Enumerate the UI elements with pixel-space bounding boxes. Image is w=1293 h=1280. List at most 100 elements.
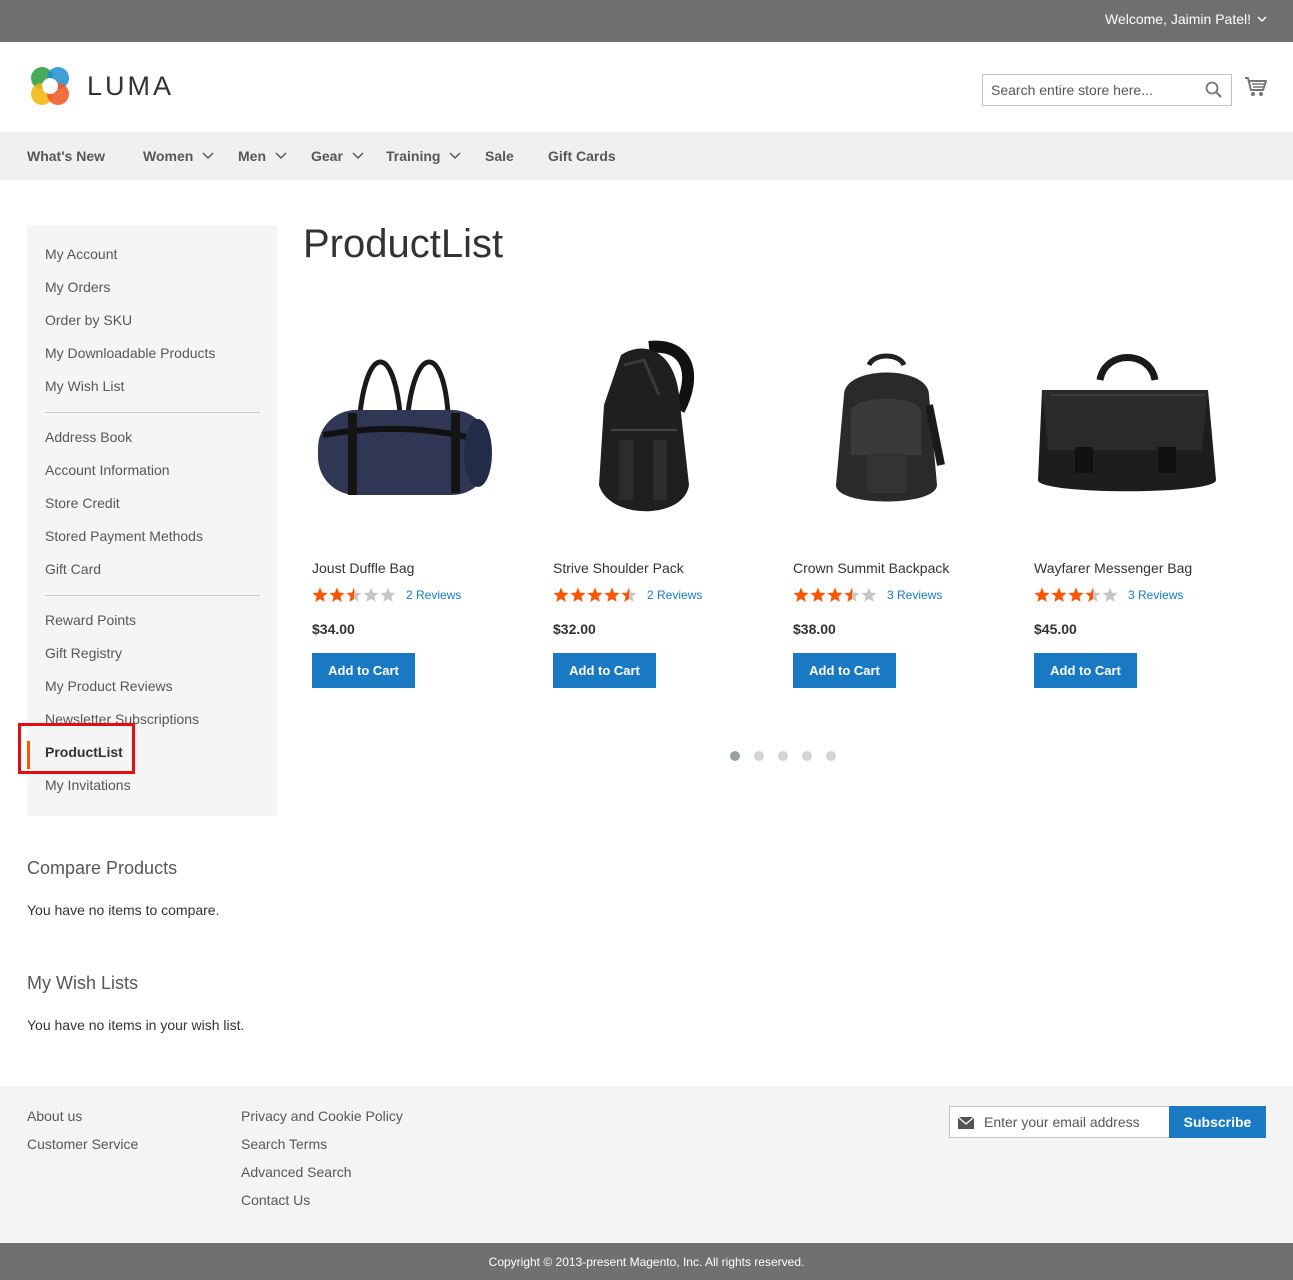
logo-link[interactable]: LUMA [27, 63, 174, 109]
rating-stars [793, 587, 877, 603]
sidebar-item-my-orders[interactable]: My Orders [45, 279, 110, 295]
duffle-bag-image [318, 359, 492, 495]
subscribe-button[interactable]: Subscribe [1169, 1106, 1266, 1138]
footer-link-privacy-policy[interactable]: Privacy and Cookie Policy [241, 1108, 403, 1124]
cart-icon[interactable] [1244, 76, 1268, 98]
logo-text: LUMA [87, 70, 175, 101]
carousel-dot[interactable] [778, 751, 788, 761]
sidebar-item-my-account[interactable]: My Account [45, 246, 117, 262]
sidebar-item-my-wish-list[interactable]: My Wish List [45, 378, 124, 394]
wishlist-empty: You have no items in your wish list. [27, 1017, 245, 1033]
nav-item-women[interactable]: Women [143, 132, 214, 180]
footer-link-search-terms[interactable]: Search Terms [241, 1136, 327, 1152]
star-icon [363, 587, 379, 602]
reviews-link[interactable]: 2 Reviews [647, 588, 702, 602]
footer: About us Customer Service Privacy and Co… [0, 1086, 1293, 1243]
sidebar-item-reward-points[interactable]: Reward Points [45, 612, 136, 628]
add-to-cart-button[interactable]: Add to Cart [1034, 653, 1137, 688]
nav-label: What's New [27, 148, 106, 164]
star-icon [312, 587, 328, 602]
nav-item-gift-cards[interactable]: Gift Cards [548, 132, 616, 180]
add-to-cart-button[interactable]: Add to Cart [793, 653, 896, 688]
wishlist-title: My Wish Lists [27, 973, 139, 993]
newsletter-field [949, 1106, 1170, 1138]
highlight-annotation [18, 723, 135, 774]
product-image[interactable] [544, 330, 744, 530]
search-input[interactable] [983, 75, 1193, 105]
star-icon [844, 587, 860, 602]
sidebar-item-order-by-sku[interactable]: Order by SKU [45, 312, 132, 328]
footer-link-customer-service[interactable]: Customer Service [27, 1136, 138, 1152]
star-icon [604, 587, 620, 602]
carousel-dot[interactable] [730, 751, 740, 761]
product-image[interactable] [784, 330, 984, 530]
welcome-text: Welcome, Jaimin Patel! [1104, 11, 1251, 27]
footer-link-contact-us[interactable]: Contact Us [241, 1192, 310, 1208]
sidebar-item-gift-registry[interactable]: Gift Registry [45, 645, 122, 661]
footer-link-about-us[interactable]: About us [27, 1108, 82, 1124]
chevron-down-icon [352, 152, 364, 160]
product-name-link[interactable]: Joust Duffle Bag [312, 560, 414, 576]
nav-item-whats-new[interactable]: What's New [27, 132, 105, 180]
sidebar-divider [45, 412, 260, 413]
star-icon [553, 587, 569, 602]
nav-item-gear[interactable]: Gear [311, 132, 364, 180]
newsletter-email-input[interactable] [984, 1107, 1164, 1137]
product-price: $38.00 [793, 621, 836, 637]
chevron-down-icon [1257, 16, 1267, 22]
nav-label: Gear [311, 148, 343, 164]
sidebar-divider [45, 595, 260, 596]
compare-products-title: Compare Products [27, 858, 178, 878]
nav-label: Training [386, 148, 441, 164]
product-name-link[interactable]: Crown Summit Backpack [793, 560, 949, 576]
sidebar-item-my-product-reviews[interactable]: My Product Reviews [45, 678, 173, 694]
reviews-link[interactable]: 2 Reviews [406, 588, 461, 602]
product-price: $45.00 [1034, 621, 1077, 637]
carousel-dot[interactable] [802, 751, 812, 761]
header: LUMA [0, 42, 1293, 132]
reviews-link[interactable]: 3 Reviews [1128, 588, 1183, 602]
sidebar-item-gift-card[interactable]: Gift Card [45, 561, 101, 577]
star-icon [810, 587, 826, 602]
product-price: $34.00 [312, 621, 355, 637]
chevron-down-icon [202, 152, 214, 160]
sidebar-item-account-information[interactable]: Account Information [45, 462, 170, 478]
page-title: ProductList [303, 222, 504, 266]
product-name-link[interactable]: Wayfarer Messenger Bag [1034, 560, 1192, 576]
nav-item-training[interactable]: Training [386, 132, 461, 180]
search-box [982, 74, 1232, 106]
nav-label: Sale [485, 148, 514, 164]
footer-link-advanced-search[interactable]: Advanced Search [241, 1164, 352, 1180]
reviews-link[interactable]: 3 Reviews [887, 588, 942, 602]
luma-logo-icon [31, 67, 69, 105]
rating-stars [553, 587, 637, 603]
carousel-dot[interactable] [754, 751, 764, 761]
nav-item-sale[interactable]: Sale [485, 132, 514, 180]
product-image[interactable] [1025, 330, 1225, 530]
search-icon[interactable] [1205, 81, 1223, 99]
sidebar-item-stored-payment-methods[interactable]: Stored Payment Methods [45, 528, 203, 544]
product-name-link[interactable]: Strive Shoulder Pack [553, 560, 684, 576]
rating-stars [1034, 587, 1118, 603]
product-price: $32.00 [553, 621, 596, 637]
nav-item-men[interactable]: Men [238, 132, 287, 180]
add-to-cart-button[interactable]: Add to Cart [312, 653, 415, 688]
rating-summary: 2 Reviews [312, 587, 461, 603]
rating-stars [312, 587, 396, 603]
star-icon [346, 587, 362, 602]
sidebar-item-my-invitations[interactable]: My Invitations [45, 777, 131, 793]
star-icon [621, 587, 637, 602]
star-icon [1102, 587, 1118, 602]
carousel-pagination [730, 751, 836, 761]
nav-label: Men [238, 148, 266, 164]
sidebar-item-store-credit[interactable]: Store Credit [45, 495, 120, 511]
carousel-dot[interactable] [826, 751, 836, 761]
sidebar-item-address-book[interactable]: Address Book [45, 429, 132, 445]
star-icon [587, 587, 603, 602]
product-image[interactable] [303, 330, 503, 530]
customer-menu-toggle[interactable]: Welcome, Jaimin Patel! [1105, 11, 1267, 27]
star-icon [1051, 587, 1067, 602]
sidebar-item-downloadable-products[interactable]: My Downloadable Products [45, 345, 215, 361]
add-to-cart-button[interactable]: Add to Cart [553, 653, 656, 688]
star-icon [570, 587, 586, 602]
